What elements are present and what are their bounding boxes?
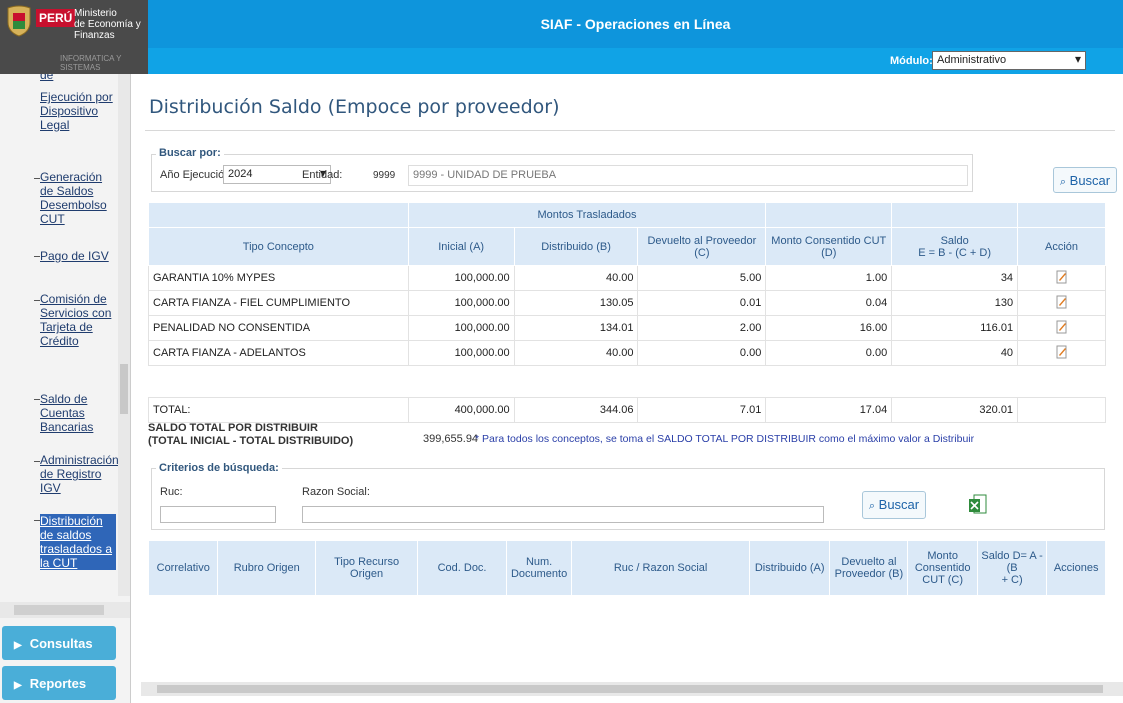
scrollbar-thumb[interactable] [14, 605, 104, 615]
col-acciones: Acciones [1046, 540, 1106, 596]
edit-icon[interactable] [1056, 295, 1068, 309]
col-inicial: Inicial (A) [407, 227, 515, 266]
main-horizontal-scrollbar[interactable] [141, 682, 1123, 696]
ministry-name: Ministerio de Economía y Finanzas [74, 8, 141, 41]
app-title: SIAF - Operaciones en Línea [540, 16, 731, 32]
sidebar-item-generacion-saldos[interactable]: Generación de Saldos Desembolso CUT [40, 170, 116, 226]
razon-social-label: Razon Social: [302, 486, 370, 498]
group-header-montos: Montos Trasladados [407, 202, 767, 228]
entity-label: Entidad: [302, 169, 343, 181]
sidebar-item-comision-servicios[interactable]: Comisión de Servicios con Tarjeta de Cré… [40, 292, 116, 348]
chevron-right-icon: ▶ [14, 640, 22, 651]
chevron-right-icon: ▶ [14, 680, 22, 691]
table-row: CARTA FIANZA - FIEL CUMPLIMIENTO 100,000… [148, 290, 1106, 316]
coat-of-arms-icon [7, 5, 31, 37]
sidebar-item-pago-igv[interactable]: Pago de IGV [40, 249, 116, 263]
search-button[interactable]: ⌕ Buscar [1053, 167, 1117, 193]
chevron-down-icon: ▾ [1074, 52, 1081, 66]
peru-brand: PERÚ [36, 9, 76, 27]
col-consentido: Monto Consentido CUT (D) [765, 227, 893, 266]
col-saldo: Saldo E = B - (C + D) [891, 227, 1019, 266]
divider [145, 130, 1115, 131]
sidebar-item-administracion-igv[interactable]: Administración de Registro IGV [40, 453, 118, 495]
col-tipo-recurso: Tipo Recurso Origen [315, 540, 419, 596]
scrollbar-thumb[interactable] [157, 685, 1103, 693]
excel-export-icon[interactable] [968, 494, 988, 516]
main-content: Distribución Saldo (Empoce por proveedor… [131, 74, 1123, 703]
title-bar: SIAF - Operaciones en Línea [148, 0, 1123, 48]
col-distribuido-a: Distribuido (A) [749, 540, 831, 596]
col-tipo-concepto: Tipo Concepto [148, 227, 409, 266]
page-title: Distribución Saldo (Empoce por proveedor… [149, 96, 560, 118]
col-devuelto-b: Devuelto al Proveedor (B) [829, 540, 909, 596]
razon-social-input[interactable] [302, 506, 824, 523]
col-devuelto: Devuelto al Proveedor (C) [637, 227, 767, 266]
scrollbar-thumb[interactable] [120, 364, 128, 414]
sidebar-item-saldo-cuentas[interactable]: Saldo de Cuentas Bancarias [40, 392, 116, 434]
sidebar-horizontal-scrollbar[interactable] [0, 602, 130, 618]
criteria-search-button[interactable]: ⌕ Buscar [862, 491, 926, 519]
module-label: Módulo: [890, 55, 933, 67]
sidebar-vertical-scrollbar[interactable] [118, 74, 130, 596]
ministry-subtext: INFORMATICA Y SISTEMAS [60, 54, 122, 72]
edit-icon[interactable] [1056, 270, 1068, 284]
search-legend: Buscar por: [156, 147, 224, 159]
accordion-consultas[interactable]: ▶ Consultas [2, 626, 116, 660]
edit-icon[interactable] [1056, 345, 1068, 359]
table-row: PENALIDAD NO CONSENTIDA 100,000.00 134.0… [148, 315, 1106, 341]
module-bar: Módulo: Administrativo ▾ [148, 48, 1123, 74]
sidebar-menu: de Ejecución por Dispositivo Legal Gener… [0, 74, 118, 594]
sidebar-item-ejecucion[interactable]: Ejecución por Dispositivo Legal [40, 90, 116, 132]
entity-name-field[interactable]: 9999 - UNIDAD DE PRUEBA [408, 165, 968, 186]
ruc-label: Ruc: [160, 486, 183, 498]
col-monto-consentido: Monto Consentido CUT (C) [907, 540, 978, 596]
col-num-documento: Num. Documento [506, 540, 573, 596]
criteria-legend: Criterios de búsqueda: [156, 462, 282, 474]
col-cod-doc: Cod. Doc. [417, 540, 508, 596]
app-header: PERÚ Ministerio de Economía y Finanzas I… [0, 0, 1123, 74]
table-row: GARANTIA 10% MYPES 100,000.00 40.00 5.00… [148, 265, 1106, 291]
entity-code: 9999 [373, 170, 396, 181]
ministry-logo: PERÚ Ministerio de Economía y Finanzas I… [0, 0, 148, 74]
col-ruc-razon: Ruc / Razon Social [571, 540, 751, 596]
totals-row: TOTAL: 400,000.00 344.06 7.01 17.04 320.… [148, 397, 1106, 423]
search-icon: ⌕ [1059, 176, 1067, 188]
sidebar: de Ejecución por Dispositivo Legal Gener… [0, 74, 131, 703]
sidebar-item-cut[interactable]: de [40, 74, 116, 82]
table-row: CARTA FIANZA - ADELANTOS 100,000.00 40.0… [148, 340, 1106, 366]
search-icon: ⌕ [868, 500, 876, 512]
detail-table: Correlativo Rubro Origen Tipo Recurso Ori… [147, 540, 1106, 596]
saldo-note: * Para todos los conceptos, se toma el S… [475, 433, 975, 445]
col-rubro-origen: Rubro Origen [217, 540, 317, 596]
col-accion: Acción [1017, 227, 1106, 266]
col-correlativo: Correlativo [147, 540, 219, 596]
saldo-total-value: 399,655.94 [423, 433, 479, 445]
module-select[interactable]: Administrativo ▾ [932, 51, 1086, 70]
col-saldo-d: Saldo D= A - (B + C) [976, 540, 1048, 596]
saldo-total-label: SALDO TOTAL POR DISTRIBUIR (TOTAL INICIA… [148, 422, 354, 447]
edit-icon[interactable] [1056, 320, 1068, 334]
col-distribuido: Distribuido (B) [513, 227, 639, 266]
conceptos-table: Montos Trasladados Tipo Concepto Inicial… [148, 202, 1106, 423]
sidebar-item-distribucion-saldos[interactable]: Distribución de saldos trasladados a la … [40, 514, 116, 570]
accordion-reportes[interactable]: ▶ Reportes [2, 666, 116, 700]
ruc-input[interactable] [160, 506, 276, 523]
